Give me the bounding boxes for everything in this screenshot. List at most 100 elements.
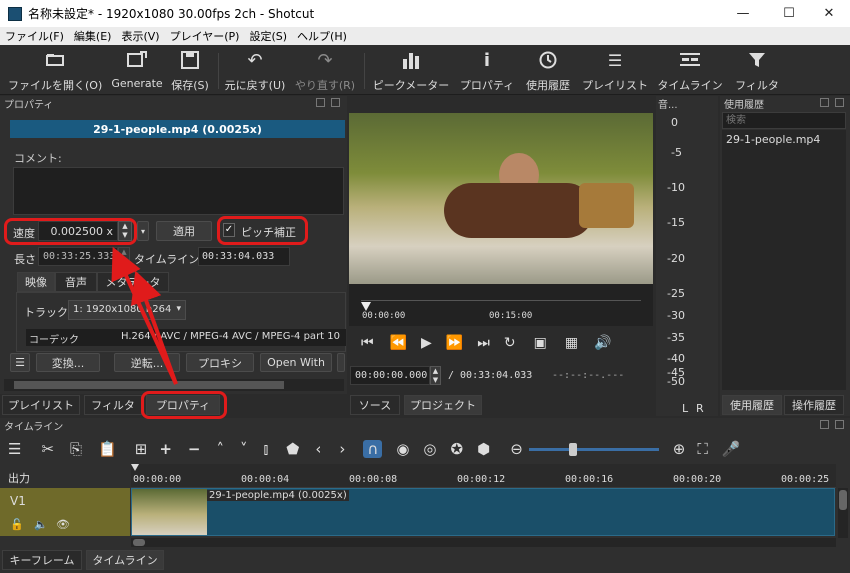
close-icon[interactable]: [835, 98, 844, 107]
playlist-button[interactable]: ☰ プレイリスト: [578, 49, 652, 93]
tab-video[interactable]: 映像: [17, 272, 55, 292]
open-file-button[interactable]: ファイルを開く(O): [8, 49, 102, 93]
volume-icon[interactable]: 🔊: [594, 335, 611, 351]
mute-icon[interactable]: 🔈: [34, 518, 48, 531]
playhead-marker[interactable]: [361, 302, 371, 311]
menu-settings[interactable]: 設定(S): [244, 28, 292, 44]
history-button[interactable]: 使用履歴: [520, 49, 576, 93]
loop-icon[interactable]: ↻: [504, 335, 516, 351]
tab-undo-history[interactable]: 操作履歴: [784, 395, 844, 415]
scrollbar-thumb[interactable]: [133, 539, 145, 546]
length-spinner[interactable]: ▲ ▼: [118, 247, 130, 266]
apply-button[interactable]: 適用: [156, 221, 212, 241]
tab-source[interactable]: ソース: [350, 395, 400, 415]
menu-help[interactable]: ヘルプ(H): [292, 28, 352, 44]
save-button[interactable]: 保存(S): [168, 49, 212, 93]
rewind-icon[interactable]: ⏪: [390, 335, 407, 351]
close-button[interactable]: ✕: [806, 0, 850, 27]
timeline-vertical-scrollbar[interactable]: [838, 488, 848, 538]
snap-icon[interactable]: ∩: [363, 440, 383, 458]
next-marker-icon[interactable]: ›: [339, 440, 345, 458]
playhead-marker[interactable]: [131, 464, 139, 471]
ripple-icon[interactable]: ◎: [423, 440, 436, 458]
float-icon[interactable]: [316, 98, 325, 107]
scrollbar-thumb[interactable]: [839, 490, 847, 510]
tab-keyframes[interactable]: キーフレーム: [2, 550, 82, 570]
open-with-button[interactable]: Open With: [260, 353, 332, 372]
history-search-input[interactable]: [722, 112, 846, 129]
time-spinner[interactable]: ▲ ▼: [430, 366, 441, 385]
float-icon[interactable]: [820, 98, 829, 107]
properties-button[interactable]: i プロパティ: [456, 49, 518, 93]
menu-icon[interactable]: ☰: [8, 440, 21, 458]
timeline-ruler[interactable]: 00:00:00 00:00:04 00:00:08 00:00:12 00:0…: [131, 464, 836, 488]
marker-icon[interactable]: ⬟: [286, 440, 299, 458]
ripple-markers-icon[interactable]: ⬢: [477, 440, 490, 458]
overwrite-icon[interactable]: ˅: [240, 440, 248, 458]
generate-button[interactable]: Generate: [108, 49, 166, 93]
split-icon[interactable]: ⫾: [263, 440, 268, 458]
zoom-slider-handle[interactable]: [568, 442, 577, 456]
zoom-out-icon[interactable]: ⊖: [510, 440, 523, 458]
play-icon[interactable]: ▶: [421, 335, 432, 351]
tab-project[interactable]: プロジェクト: [404, 395, 482, 415]
tab-recent[interactable]: 使用履歴: [722, 395, 782, 415]
reverse-button[interactable]: 逆転...: [114, 353, 180, 372]
track-header-v1[interactable]: V1 🔓 🔈 👁: [0, 488, 130, 536]
proxy-button[interactable]: プロキシ: [186, 353, 254, 372]
convert-button[interactable]: 変換...: [36, 353, 100, 372]
cut-icon[interactable]: ✂: [41, 440, 54, 458]
add-icon[interactable]: +: [159, 440, 172, 458]
remove-icon[interactable]: −: [188, 440, 201, 458]
copy-icon[interactable]: ⎘: [70, 440, 82, 458]
funnel-icon: [730, 49, 784, 71]
paste-icon[interactable]: 📋: [98, 440, 117, 458]
skip-end-icon[interactable]: ⏭: [477, 335, 490, 351]
timeline-scrollbar[interactable]: [131, 538, 836, 547]
zoom-in-icon[interactable]: ⊕: [673, 440, 686, 458]
mic-icon[interactable]: 🎤: [722, 440, 741, 458]
comment-field[interactable]: [13, 167, 344, 215]
fast-forward-icon[interactable]: ⏩: [446, 335, 463, 351]
scrollbar-thumb[interactable]: [14, 381, 284, 389]
tab-playlist[interactable]: プレイリスト: [2, 395, 80, 415]
visibility-icon[interactable]: 👁: [56, 518, 70, 531]
player-ruler[interactable]: 00:00:00 00:15:00: [349, 284, 653, 326]
tab-audio[interactable]: 音声: [55, 272, 97, 292]
more-button[interactable]: [337, 353, 345, 372]
lift-icon[interactable]: ˄: [216, 440, 224, 458]
prev-marker-icon[interactable]: ‹: [315, 440, 321, 458]
redo-button[interactable]: ↷ やり直す(R): [292, 49, 358, 93]
tab-filters[interactable]: フィルタ: [84, 395, 142, 415]
track-select[interactable]: 1: 1920x1080 h264 ▾: [68, 300, 186, 320]
skip-start-icon[interactable]: ⏮: [361, 335, 374, 351]
close-icon[interactable]: [835, 420, 844, 429]
minimize-button[interactable]: —: [720, 0, 766, 27]
timeline-button[interactable]: タイムライン: [654, 49, 726, 93]
lock-icon[interactable]: 🔓: [10, 518, 24, 531]
menu-view[interactable]: 表示(V): [116, 28, 164, 44]
zoom-icon[interactable]: ▣: [534, 335, 547, 351]
close-icon[interactable]: [331, 98, 340, 107]
zoom-fit-icon[interactable]: ⛶: [697, 440, 708, 458]
menu-player[interactable]: プレイヤー(P): [165, 28, 245, 44]
history-item[interactable]: 29-1-people.mp4: [722, 130, 846, 149]
video-clip[interactable]: 29-1-people.mp4 (0.0025x): [131, 488, 835, 536]
menu-file[interactable]: ファイル(F): [0, 28, 69, 44]
tab-metadata[interactable]: メタデータ: [97, 272, 169, 292]
ripple-all-icon[interactable]: ✪: [451, 440, 464, 458]
scrub-icon[interactable]: ◉: [396, 440, 409, 458]
menu-icon[interactable]: ☰: [10, 353, 30, 372]
speed-dropdown-button[interactable]: ▾: [137, 221, 149, 241]
grid-icon[interactable]: ▦: [565, 335, 578, 351]
append-icon[interactable]: ⊞: [135, 440, 148, 458]
peak-meter-button[interactable]: ピークメーター: [370, 49, 452, 93]
filter-button[interactable]: フィルタ: [730, 49, 784, 93]
float-icon[interactable]: [820, 420, 829, 429]
zoom-slider[interactable]: [528, 442, 659, 456]
undo-button[interactable]: ↶ 元に戻す(U): [222, 49, 288, 93]
tab-timeline[interactable]: タイムライン: [86, 550, 164, 570]
current-time-field[interactable]: 00:00:00.000: [350, 366, 430, 385]
menu-edit[interactable]: 編集(E): [69, 28, 117, 44]
horizontal-scrollbar[interactable]: [4, 379, 344, 391]
